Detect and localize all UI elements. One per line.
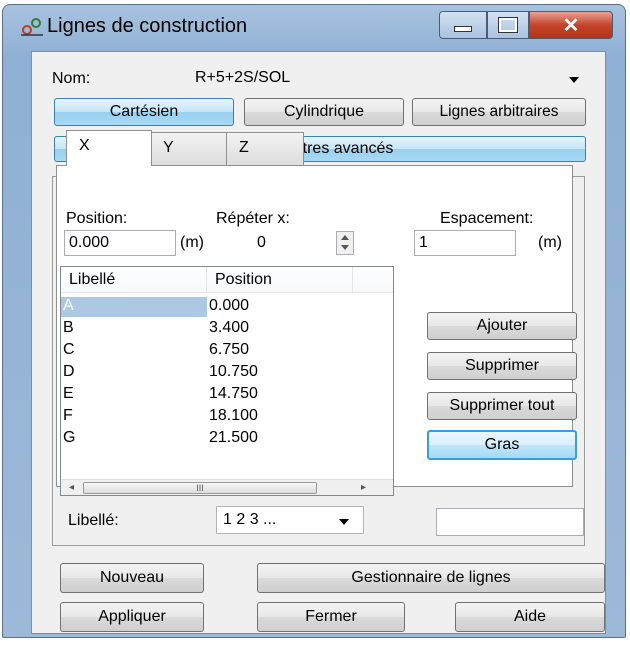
position-label: Position: bbox=[66, 210, 128, 227]
row-label: D bbox=[63, 363, 75, 380]
minimize-button[interactable] bbox=[439, 11, 487, 39]
spacing-label: Espacement: bbox=[440, 210, 534, 227]
close-button[interactable]: Fermer bbox=[257, 602, 405, 632]
scroll-right-icon[interactable]: ▸ bbox=[361, 482, 366, 493]
construction-lines-icon bbox=[21, 18, 43, 36]
line-manager-button[interactable]: Gestionnaire de lignes bbox=[257, 563, 605, 593]
position-unit: (m) bbox=[180, 234, 204, 251]
column-header-position[interactable]: Position bbox=[207, 267, 353, 293]
table-row[interactable]: B 3.400 bbox=[61, 319, 393, 339]
maximize-button[interactable] bbox=[487, 11, 529, 39]
spacing-unit: (m) bbox=[538, 234, 562, 251]
title-bar[interactable]: Lignes de construction ✕ bbox=[3, 5, 625, 45]
apply-button[interactable]: Appliquer bbox=[60, 602, 204, 632]
delete-button[interactable]: Supprimer bbox=[427, 352, 577, 380]
bold-button[interactable]: Gras bbox=[427, 430, 577, 460]
arbitrary-lines-button[interactable]: Lignes arbitraires bbox=[412, 98, 586, 126]
table-row[interactable]: C 6.750 bbox=[61, 341, 393, 361]
window-title: Lignes de construction bbox=[47, 15, 248, 37]
spin-up-icon bbox=[341, 235, 349, 240]
add-button[interactable]: Ajouter bbox=[427, 312, 577, 340]
close-icon: ✕ bbox=[562, 14, 580, 37]
table-row[interactable]: F 18.100 bbox=[61, 407, 393, 427]
help-button[interactable]: Aide bbox=[455, 602, 605, 632]
spacing-input[interactable]: 1 bbox=[414, 230, 516, 256]
table-row[interactable]: A 0.000 bbox=[61, 297, 393, 317]
row-label: B bbox=[63, 319, 74, 336]
scrollbar-thumb[interactable]: III bbox=[83, 482, 317, 494]
table-row[interactable]: E 14.750 bbox=[61, 385, 393, 405]
row-label: E bbox=[63, 385, 74, 402]
row-label: G bbox=[63, 429, 76, 446]
label-style-combobox[interactable]: 1 2 3 ... bbox=[216, 506, 364, 534]
name-value: R+5+2S/SOL bbox=[195, 69, 291, 86]
row-label: C bbox=[63, 341, 75, 358]
row-selection-highlight bbox=[61, 297, 207, 317]
row-position: 21.500 bbox=[209, 429, 258, 446]
cartesian-button[interactable]: Cartésien bbox=[54, 98, 234, 126]
row-position: 10.750 bbox=[209, 363, 258, 380]
close-window-button[interactable]: ✕ bbox=[529, 11, 613, 39]
row-position: 6.750 bbox=[209, 341, 250, 358]
maximize-icon bbox=[498, 17, 518, 33]
row-label: A bbox=[63, 297, 74, 314]
lines-list[interactable]: Libellé Position A 0.000 B 3.400 C 6.750… bbox=[60, 266, 394, 496]
chevron-down-icon bbox=[339, 519, 349, 525]
label-style-label: Libellé: bbox=[68, 512, 119, 529]
delete-all-button[interactable]: Supprimer tout bbox=[427, 392, 577, 420]
table-row[interactable]: G 21.500 bbox=[61, 429, 393, 449]
chevron-down-icon bbox=[569, 77, 579, 83]
row-position: 3.400 bbox=[209, 319, 250, 336]
row-position: 14.750 bbox=[209, 385, 258, 402]
table-row[interactable]: D 10.750 bbox=[61, 363, 393, 383]
name-combobox[interactable]: R+5+2S/SOL bbox=[182, 64, 587, 92]
tab-y[interactable]: Y bbox=[150, 132, 228, 166]
column-header-empty bbox=[353, 267, 393, 293]
position-input[interactable]: 0.000 bbox=[64, 230, 176, 256]
horizontal-scrollbar[interactable]: ◂ III ▸ bbox=[61, 479, 393, 495]
minimize-icon bbox=[454, 26, 472, 32]
repeat-spinner[interactable] bbox=[336, 231, 354, 255]
row-position: 18.100 bbox=[209, 407, 258, 424]
name-label: Nom: bbox=[52, 70, 91, 87]
cylindrical-button[interactable]: Cylindrique bbox=[244, 98, 404, 126]
tab-x[interactable]: X bbox=[66, 130, 152, 166]
column-header-label[interactable]: Libellé bbox=[61, 267, 207, 293]
spin-down-icon bbox=[341, 245, 349, 250]
row-position: 0.000 bbox=[209, 297, 250, 314]
label-text-input[interactable] bbox=[436, 508, 584, 536]
tab-z[interactable]: Z bbox=[226, 132, 304, 166]
scroll-left-icon[interactable]: ◂ bbox=[69, 482, 74, 493]
label-style-value: 1 2 3 ... bbox=[223, 511, 277, 528]
new-button[interactable]: Nouveau bbox=[60, 563, 204, 593]
repeat-input[interactable]: 0 bbox=[216, 230, 328, 256]
repeat-label: Répéter x: bbox=[216, 210, 290, 227]
row-label: F bbox=[63, 407, 73, 424]
